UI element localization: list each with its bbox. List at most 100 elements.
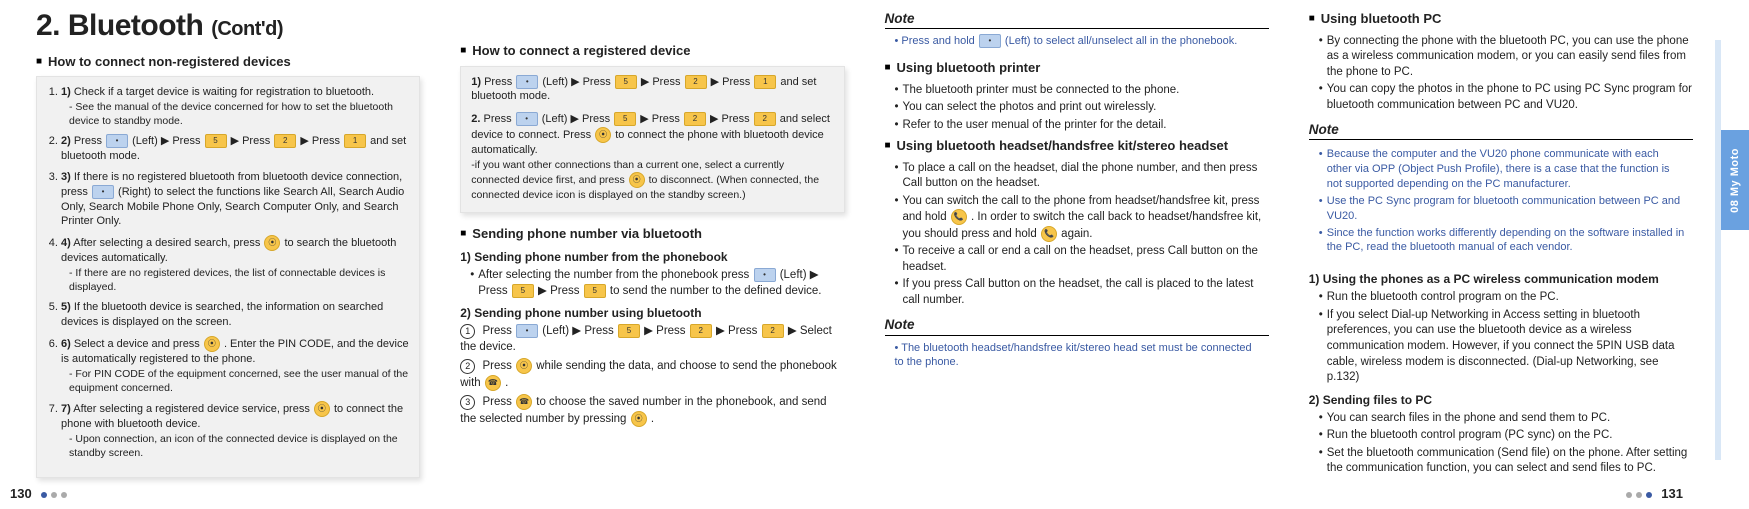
nav-key-icon: • xyxy=(92,185,114,199)
modem-list: Run the bluetooth control program on the… xyxy=(1309,290,1693,385)
key5-icon: 5 xyxy=(584,284,606,298)
sec-title-text: Using bluetooth PC xyxy=(1321,10,1442,28)
key2-icon: 2 xyxy=(684,112,706,126)
steps-box: 1) Press • (Left) ▶ Press 5 ▶ Press 2 ▶ … xyxy=(460,66,844,214)
key5-icon: 5 xyxy=(512,284,534,298)
note-header: Note xyxy=(885,10,1269,29)
step-num: 2. xyxy=(471,113,480,125)
list-item: You can search files in the phone and se… xyxy=(1319,411,1693,427)
ok-key-icon: ⦿ xyxy=(264,235,280,251)
txt: The bluetooth headset/handsfree kit/ster… xyxy=(895,342,1252,369)
note-header: Note xyxy=(885,316,1269,335)
key5-icon: 5 xyxy=(618,324,640,338)
sec-send-number: Sending phone number via bluetooth xyxy=(460,225,844,243)
note-body: • The bluetooth headset/handsfree kit/st… xyxy=(885,339,1269,377)
sec-title-text: How to connect non-registered devices xyxy=(48,53,291,71)
step-text: (Left) ▶ Press xyxy=(542,76,613,88)
txt: . xyxy=(505,377,508,389)
page-number-left: 130 xyxy=(10,485,73,503)
list-item: After selecting the number from the phon… xyxy=(470,268,844,299)
step-text: (Left) ▶ Press xyxy=(132,135,203,147)
title-main: Bluetooth xyxy=(68,9,203,42)
sec-bt-pc: Using bluetooth PC xyxy=(1309,10,1693,28)
step-text: Select a device and press xyxy=(74,338,203,350)
list-item: 1 Press • (Left) ▶ Press 5 ▶ Press 2 ▶ P… xyxy=(460,324,844,355)
sec-title-text: Using bluetooth headset/handsfree kit/st… xyxy=(897,137,1229,155)
title-contd: (Cont'd) xyxy=(211,18,283,40)
step-sub: - See the manual of the device concerned… xyxy=(61,100,409,128)
step-text: Check if a target device is waiting for … xyxy=(74,86,374,98)
call-key-icon: 📞 xyxy=(951,209,967,225)
sub1-title: 1) Using the phones as a PC wireless com… xyxy=(1309,271,1693,287)
sec-connect-reg: How to connect a registered device xyxy=(460,42,844,60)
step-text: After selecting a desired search, press xyxy=(73,237,263,249)
list-item: The bluetooth printer must be connected … xyxy=(895,83,1269,99)
list-item: Refer to the user menual of the printer … xyxy=(895,118,1269,134)
txt: . xyxy=(651,413,654,425)
section-tab-label: 08 My Moto xyxy=(1728,148,1743,213)
key5-icon: 5 xyxy=(615,75,637,89)
ok-key-icon: ⦿ xyxy=(204,336,220,352)
step-2: 2) Press • (Left) ▶ Press 5 ▶ Press 2 ▶ … xyxy=(61,134,409,164)
page-number-right: 131 xyxy=(1620,485,1683,503)
note-body: Because the computer and the VU20 phone … xyxy=(1309,143,1693,265)
txt: Press and hold xyxy=(901,35,977,47)
page-spread: 2. Bluetooth (Cont'd) How to connect non… xyxy=(0,0,1749,487)
dots-icon xyxy=(39,485,69,503)
key1-icon: 1 xyxy=(344,134,366,148)
nav-key-icon: • xyxy=(516,112,538,126)
side-accent-bar xyxy=(1715,40,1721,460)
step-sub: - Upon connection, an icon of the connec… xyxy=(61,432,409,460)
txt: to send the number to the defined device… xyxy=(610,285,822,297)
sec-bt-headset: Using bluetooth headset/handsfree kit/st… xyxy=(885,137,1269,155)
list-item: Run the bluetooth control program (PC sy… xyxy=(1319,428,1693,444)
pc-list: By connecting the phone with the bluetoo… xyxy=(1309,34,1693,114)
step-4: 4) After selecting a desired search, pre… xyxy=(61,235,409,294)
circled-3-icon: 3 xyxy=(460,395,475,410)
step-6: 6) Select a device and press ⦿ . Enter t… xyxy=(61,336,409,395)
txt: ▶ Press xyxy=(644,325,689,337)
step-sub: - For PIN CODE of the equipment concerne… xyxy=(61,367,409,395)
note-header: Note xyxy=(1309,121,1693,140)
sec-title-text: Sending phone number via bluetooth xyxy=(472,225,702,243)
column-2: How to connect a registered device 1) Pr… xyxy=(460,6,844,481)
nav-key-icon: • xyxy=(516,75,538,89)
step-3: 3) If there is no registered bluetooth f… xyxy=(61,170,409,229)
step-text: Press xyxy=(484,113,515,125)
step-text: (Left) ▶ Press xyxy=(542,113,613,125)
step-text: ▶ Press xyxy=(710,113,753,125)
step-7: 7) After selecting a registered device s… xyxy=(61,401,409,460)
ok-key-icon: ⦿ xyxy=(516,358,532,374)
column-3: Note • Press and hold • (Left) to select… xyxy=(885,6,1269,481)
key2-icon: 2 xyxy=(274,134,296,148)
page-title: 2. Bluetooth (Cont'd) xyxy=(36,6,420,47)
column-1: 2. Bluetooth (Cont'd) How to connect non… xyxy=(36,6,420,481)
list-item: Since the function works differently dep… xyxy=(1319,226,1685,256)
key5-icon: 5 xyxy=(205,134,227,148)
nav-key-icon: • xyxy=(516,324,538,338)
list-item: 3 Press ☎ to choose the saved number in … xyxy=(460,394,844,427)
step-5: 5) If the bluetooth device is searched, … xyxy=(61,300,409,330)
title-number: 2. xyxy=(36,9,60,42)
list-item: To receive a call or end a call on the h… xyxy=(895,244,1269,275)
sec-bt-printer: Using bluetooth printer xyxy=(885,59,1269,77)
step-text: ▶ Press xyxy=(640,113,683,125)
headset-list: To place a call on the headset, dial the… xyxy=(885,161,1269,309)
txt: Press xyxy=(482,360,515,372)
sec-title-text: Using bluetooth printer xyxy=(897,59,1041,77)
txt: again. xyxy=(1061,228,1092,240)
column-4: Using bluetooth PC By connecting the pho… xyxy=(1309,6,1729,481)
nav-key-icon: • xyxy=(106,134,128,148)
sub2-list: 1 Press • (Left) ▶ Press 5 ▶ Press 2 ▶ P… xyxy=(460,324,844,427)
printer-list: The bluetooth printer must be connected … xyxy=(885,83,1269,134)
section-tab: 08 My Moto xyxy=(1721,130,1749,230)
step-text: Press xyxy=(74,135,105,147)
sec-title-text: How to connect a registered device xyxy=(472,42,690,60)
step-num: 1) xyxy=(471,76,481,88)
step-text: ▶ Press xyxy=(300,135,343,147)
list-item: You can copy the photos in the phone to … xyxy=(1319,82,1693,113)
key2-icon: 2 xyxy=(762,324,784,338)
list-item: 2 Press ⦿ while sending the data, and ch… xyxy=(460,358,844,391)
list-item: Because the computer and the VU20 phone … xyxy=(1319,147,1685,192)
call-key-icon: 📞 xyxy=(1041,226,1057,242)
